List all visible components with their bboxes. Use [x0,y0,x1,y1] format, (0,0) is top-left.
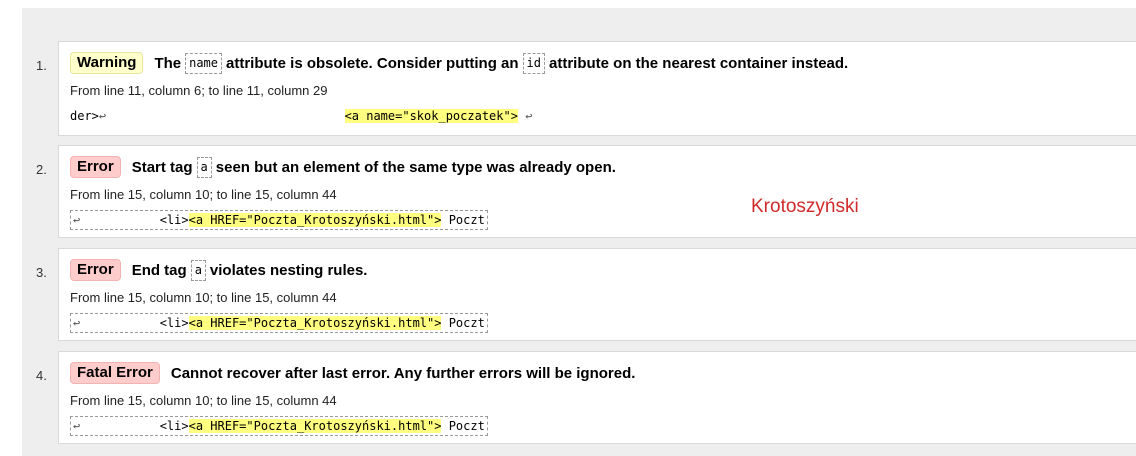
annotation-text: Krotoszyński [751,196,859,217]
message-text: Cannot recover after last error. Any fur… [170,364,636,382]
attribute-code: id [522,52,545,74]
message-text: attribute is obsolete. Consider putting … [226,54,519,72]
attribute-code: name [185,52,223,74]
extract-text: Poczt [441,316,485,330]
message-number: 4. [36,368,47,383]
extract-spacer [106,109,344,123]
code-extract: der>↩ <a name="skok_poczatek"> ↩ [70,108,532,124]
results-panel: 1. Warning The name attribute is obsolet… [22,8,1136,456]
extract-text: Poczt [441,213,485,227]
extract-text: <li> [80,316,189,330]
extract-highlight: <a HREF="Poczta_Krotoszyński.html"> [188,419,442,433]
error-badge: Error [70,259,121,281]
tag-code: a [190,259,206,281]
code-extract: ↩ <li><a HREF="Poczta_Krotoszyński.html"… [70,210,488,230]
location-link[interactable]: From line 15, column 10; to line 15, col… [70,393,337,408]
message-item-4: 4. Fatal Error Cannot recover after last… [36,351,1136,444]
message-text: Start tag [131,158,193,176]
error-badge: Error [70,156,121,178]
message-item-1: 1. Warning The name attribute is obsolet… [36,41,1136,136]
return-icon: ↩ [525,109,533,123]
extract-text: der> [70,109,99,123]
message-headline: Error Start tag a seen but an element of… [70,156,616,178]
message-text: attribute on the nearest container inste… [548,54,849,72]
tag-code: a [196,156,212,178]
warning-badge: Warning [70,52,144,74]
message-number: 2. [36,162,47,177]
code-extract: ↩ <li><a HREF="Poczta_Krotoszyński.html"… [70,416,488,436]
extract-text: Poczt [441,419,485,433]
code-extract: ↩ <li><a HREF="Poczta_Krotoszyński.html"… [70,313,488,333]
message-text: End tag [131,261,187,279]
location-link[interactable]: From line 11, column 6; to line 11, colu… [70,83,327,98]
extract-highlight: <a HREF="Poczta_Krotoszyński.html"> [188,213,442,227]
fatal-error-badge: Fatal Error [70,362,160,384]
extract-text: <li> [80,419,189,433]
extract-highlight: <a name="skok_poczatek"> [344,109,518,123]
location-link[interactable]: From line 15, column 10; to line 15, col… [70,187,337,202]
message-item-3: 3. Error End tag a violates nesting rule… [36,248,1136,341]
message-headline: Error End tag a violates nesting rules. [70,259,367,281]
message-item-2: 2. Error Start tag a seen but an element… [36,145,1136,238]
message-number: 1. [36,58,47,73]
message-text: violates nesting rules. [209,261,368,279]
extract-highlight: <a HREF="Poczta_Krotoszyński.html"> [188,316,442,330]
message-text: The [154,54,182,72]
location-link[interactable]: From line 15, column 10; to line 15, col… [70,290,337,305]
message-headline: Fatal Error Cannot recover after last er… [70,362,635,384]
message-number: 3. [36,265,47,280]
extract-text: <li> [80,213,189,227]
message-headline: Warning The name attribute is obsolete. … [70,52,848,74]
message-text: seen but an element of the same type was… [215,158,616,176]
